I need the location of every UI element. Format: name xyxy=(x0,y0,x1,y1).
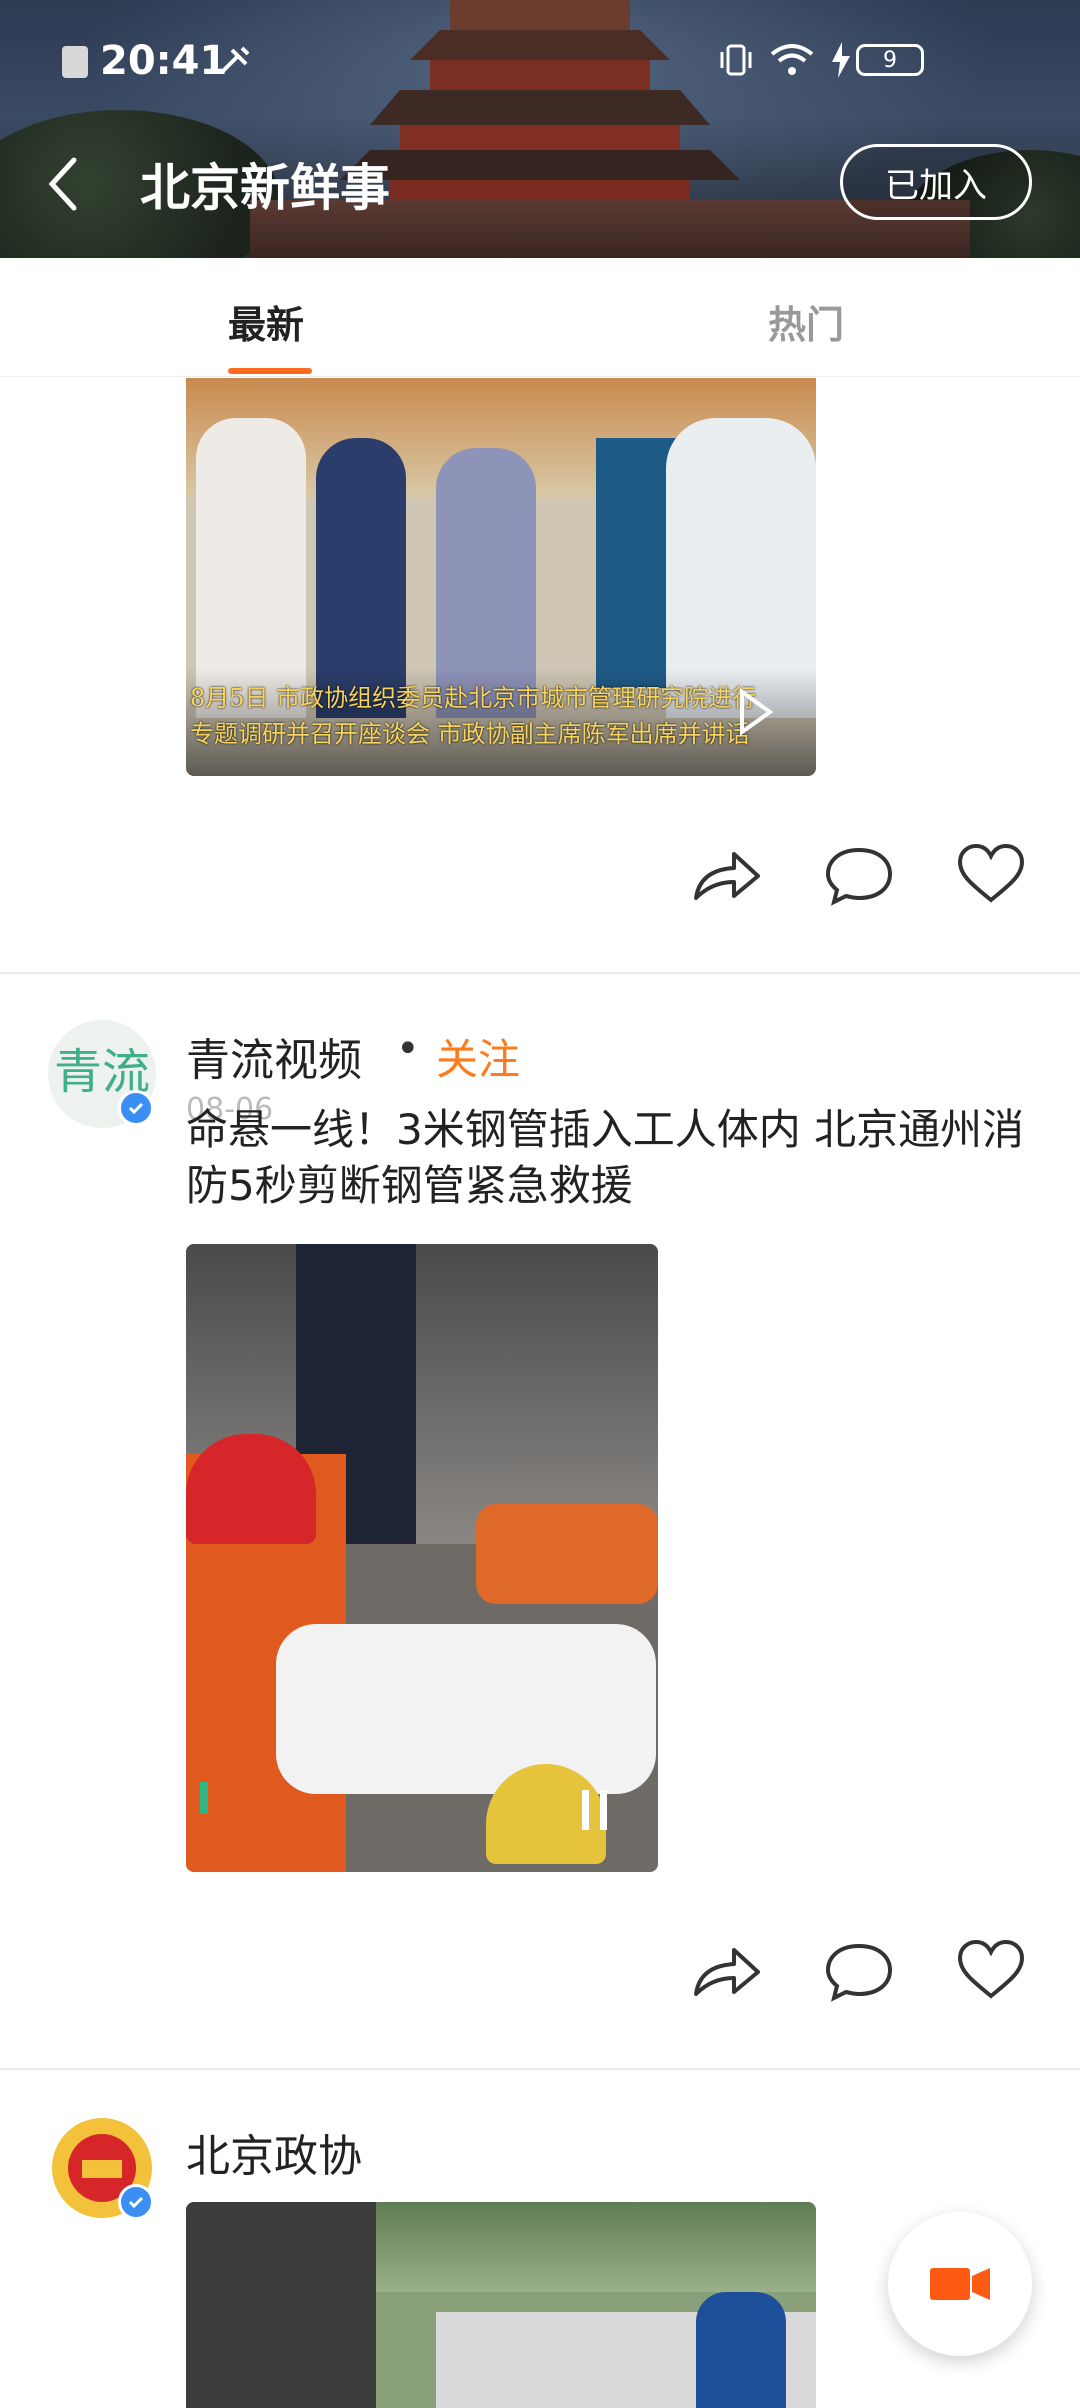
follow-button[interactable]: 关注 xyxy=(436,1026,520,1087)
group-header: 20:41 9 北京新鲜事 已加入 xyxy=(0,0,1080,258)
video-machine xyxy=(186,2202,376,2408)
video-person xyxy=(276,1624,656,1794)
back-icon[interactable] xyxy=(44,154,84,214)
wifi-icon xyxy=(770,44,814,75)
verified-badge-icon xyxy=(118,2184,154,2220)
video-progress xyxy=(200,1782,208,1814)
divider xyxy=(0,972,1080,974)
comment-icon[interactable] xyxy=(822,1938,896,2002)
camera-fab[interactable] xyxy=(888,2212,1032,2356)
battery-icon: 9 xyxy=(856,44,924,76)
tab-bar: 最新 热门 xyxy=(0,258,1080,377)
camera-icon xyxy=(930,2268,990,2300)
video-firefighter xyxy=(476,1504,658,1604)
like-icon[interactable] xyxy=(954,842,1028,906)
divider xyxy=(0,2068,1080,2070)
video-caption: 8月5日 市政协组织委员赴北京市城市管理研究院进行 xyxy=(190,684,757,712)
share-icon[interactable] xyxy=(690,842,764,906)
video-helmet xyxy=(186,1434,316,1544)
post-video[interactable]: 8月5日 市政协组织委员赴北京市城市管理研究院进行 专题调研并召开座谈会 市政协… xyxy=(186,378,816,776)
author-name[interactable]: 北京政协 xyxy=(186,2120,362,2184)
post-text[interactable]: 命悬一线！3米钢管插入工人体内 北京通州消防5秒剪断钢管紧急救援 xyxy=(186,1102,1026,1214)
share-icon[interactable] xyxy=(690,1938,764,2002)
verified-badge-icon xyxy=(118,1090,154,1126)
post-video[interactable] xyxy=(186,1244,658,1872)
tab-hot[interactable]: 热门 xyxy=(768,294,844,349)
video-person xyxy=(696,2292,786,2408)
tab-latest[interactable]: 最新 xyxy=(228,294,304,349)
battery-level: 9 xyxy=(883,47,897,73)
video-caption: 专题调研并召开座谈会 市政协副主席陈军出席并讲话 xyxy=(190,720,750,748)
separator-dot: • xyxy=(396,1026,420,1072)
comment-icon[interactable] xyxy=(822,842,896,906)
charging-icon xyxy=(832,42,850,78)
tools-icon xyxy=(220,46,250,74)
joined-button[interactable]: 已加入 xyxy=(840,144,1032,220)
like-icon[interactable] xyxy=(954,1938,1028,2002)
vibrate-icon xyxy=(720,44,752,76)
pause-icon[interactable] xyxy=(578,1786,612,1834)
play-icon[interactable] xyxy=(736,688,776,736)
post-video[interactable] xyxy=(186,2202,816,2408)
sim-icon xyxy=(62,46,88,78)
page-title: 北京新鲜事 xyxy=(140,159,390,217)
author-name[interactable]: 青流视频 xyxy=(186,1024,362,1088)
tab-indicator xyxy=(228,368,312,374)
status-time: 20:41 xyxy=(100,38,228,84)
